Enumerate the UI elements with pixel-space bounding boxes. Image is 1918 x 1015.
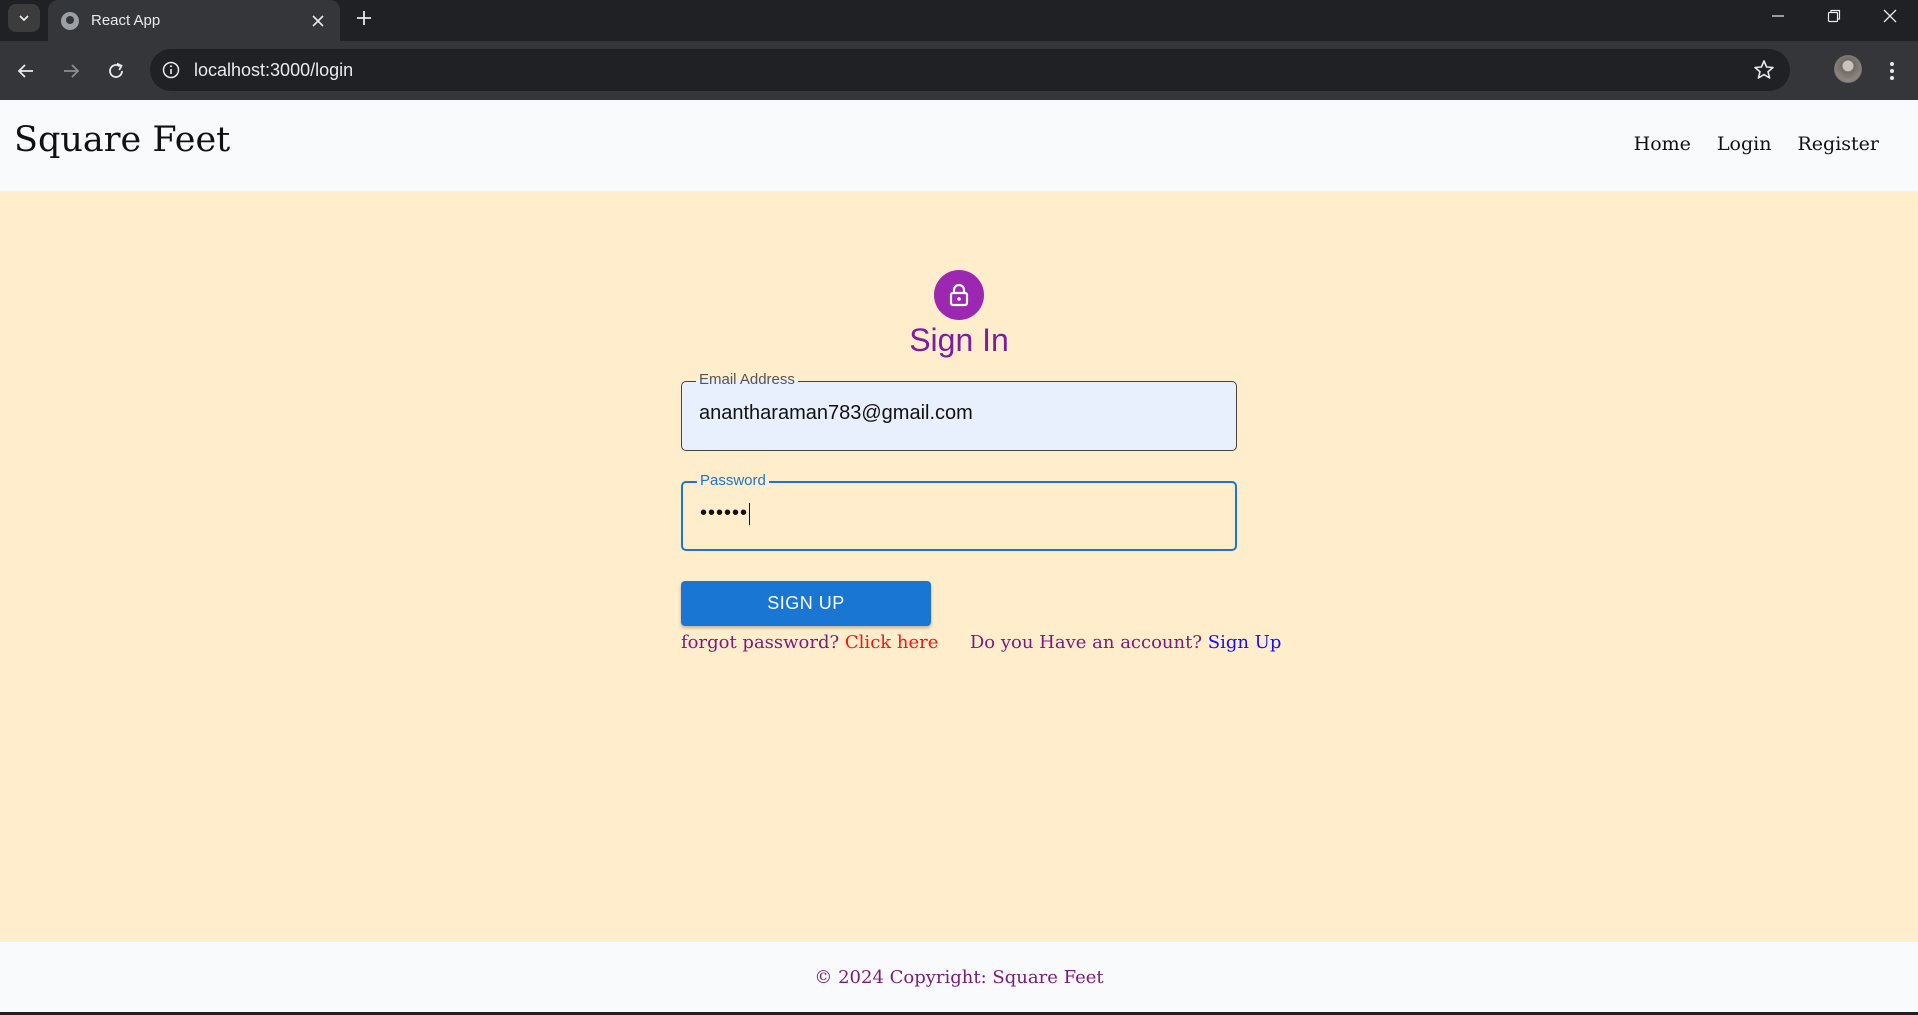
forgot-password-link[interactable]: Click here: [845, 632, 939, 653]
sign-up-button[interactable]: SIGN UP: [681, 581, 931, 626]
password-value: ••••••: [700, 502, 749, 524]
page-title: Sign In: [909, 322, 1009, 358]
back-button[interactable]: [10, 55, 42, 87]
top-nav: Home Login Register: [1634, 133, 1879, 155]
globe-icon: [61, 11, 79, 30]
address-bar[interactable]: localhost:3000/login: [150, 49, 1790, 91]
app-header: Square Feet Home Login Register: [0, 100, 1918, 191]
more-vertical-icon: [1890, 62, 1894, 80]
email-label: Email Address: [696, 371, 798, 388]
account-prompt-text: Do you Have an account?: [969, 632, 1203, 653]
tab-title: React App: [91, 12, 161, 29]
browser-tabstrip: React App: [0, 0, 1918, 41]
password-label: Password: [697, 472, 769, 489]
text-caret: [749, 502, 751, 525]
restore-button[interactable]: [1806, 0, 1862, 32]
close-window-button[interactable]: [1862, 0, 1918, 32]
forward-button[interactable]: [55, 55, 87, 87]
lock-icon: [949, 283, 969, 307]
nav-register[interactable]: Register: [1797, 133, 1879, 155]
restore-icon: [1827, 9, 1841, 23]
brand-logo[interactable]: Square Feet: [14, 120, 230, 160]
close-icon: [1883, 9, 1897, 23]
lock-avatar: [934, 270, 984, 320]
page-content: Square Feet Home Login Register Sign In …: [0, 100, 1918, 1012]
auth-links: forgot password? Click here Do you Have …: [681, 632, 1281, 653]
profile-avatar[interactable]: [1834, 55, 1862, 83]
nav-home[interactable]: Home: [1634, 133, 1691, 155]
email-field[interactable]: Email Address: [681, 371, 1237, 451]
sign-up-link[interactable]: Sign Up: [1208, 632, 1282, 653]
bookmark-star-icon[interactable]: [1752, 58, 1776, 82]
minimize-button[interactable]: [1750, 0, 1806, 32]
arrow-left-icon: [17, 64, 33, 78]
reload-icon: [109, 62, 123, 78]
forgot-password-text: forgot password?: [681, 632, 840, 653]
page-footer: © 2024 Copyright: Square Feet: [0, 942, 1918, 1012]
browser-menu-button[interactable]: [1878, 55, 1906, 87]
nav-login[interactable]: Login: [1717, 133, 1772, 155]
password-field[interactable]: Password ••••••: [681, 472, 1237, 551]
tab-search-button[interactable]: [8, 4, 40, 32]
new-tab-button[interactable]: [350, 4, 378, 32]
footer-copyright: © 2024 Copyright: Square Feet: [814, 966, 1104, 988]
plus-icon: [357, 11, 371, 25]
address-url[interactable]: localhost:3000/login: [194, 60, 353, 81]
arrow-right-icon: [64, 64, 80, 78]
tab-close-button[interactable]: [306, 9, 330, 33]
chevron-down-icon: [19, 15, 29, 22]
window-controls: [1750, 0, 1918, 32]
info-icon[interactable]: [162, 61, 180, 79]
email-input[interactable]: [699, 402, 1219, 425]
minimize-icon: [1772, 15, 1784, 17]
browser-tab[interactable]: React App: [48, 0, 340, 41]
password-input[interactable]: ••••••: [700, 502, 1220, 525]
close-icon: [312, 14, 324, 27]
reload-button[interactable]: [100, 55, 132, 87]
browser-toolbar: localhost:3000/login: [0, 41, 1918, 100]
